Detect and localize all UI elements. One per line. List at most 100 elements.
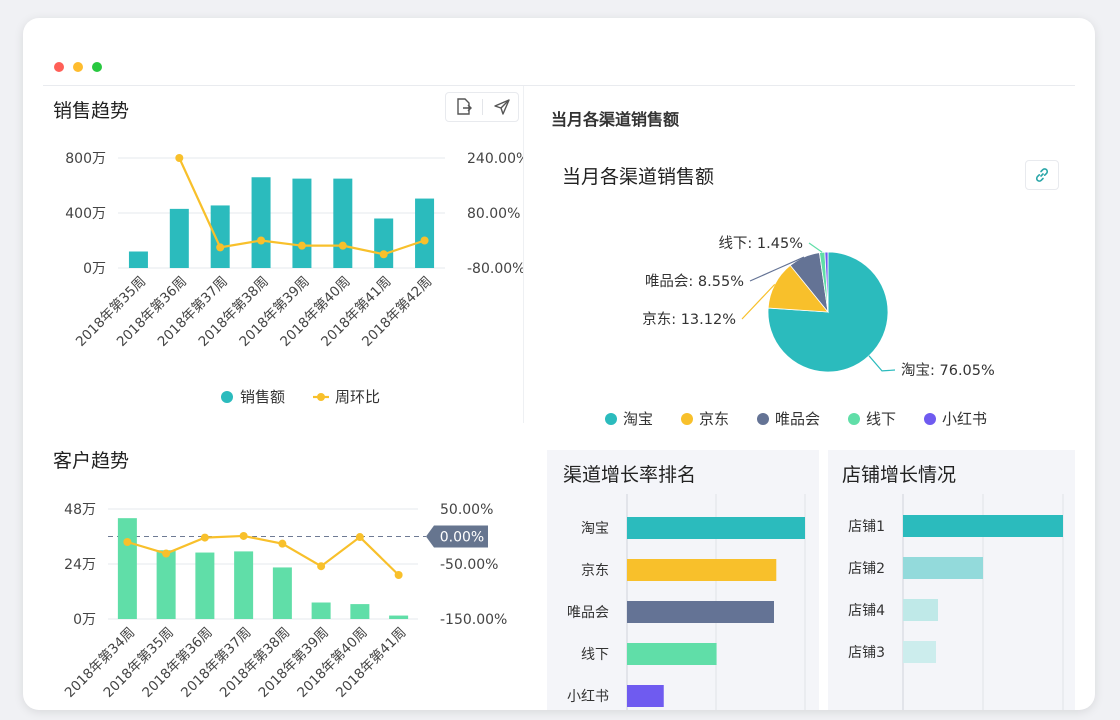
close-dot[interactable] — [54, 62, 64, 72]
y-right-tick: 50.00% — [440, 502, 493, 518]
bar — [389, 615, 409, 619]
bar — [627, 517, 805, 539]
y-right-tick: -80.00% — [467, 261, 523, 277]
customer-trend-chart: 48万24万0万50.00%-50.00%-150.00%0.00%2018年第… — [61, 502, 507, 701]
bar — [627, 643, 717, 665]
send-icon[interactable] — [492, 97, 512, 117]
y-right-tick: 240.00% — [467, 151, 523, 167]
x-tick-label: 2018年第40周 — [277, 273, 354, 350]
channel-growth-panel: 渠道增长率排名 淘宝京东唯品会线下小红书 — [547, 450, 819, 710]
customer-trend-panel: 客户趋势 48万 24万 0万 50.00% -50.00% -150.00% 0.00% 2… — [43, 437, 523, 710]
pie-label: 京东: 13.12% — [642, 311, 736, 328]
line-point — [355, 533, 364, 542]
section-title: 当月各渠道销售额 — [551, 110, 680, 129]
pie-chart-title: 当月各渠道销售额 — [562, 166, 715, 188]
legend-marker-sales — [221, 391, 233, 403]
y-left-tick: 24万 — [64, 557, 96, 573]
store-growth-chart: 店铺1 店铺2 店铺4 店铺3 — [848, 494, 1064, 710]
export-icon[interactable] — [454, 97, 474, 117]
x-tick-label: 2018年第42周 — [358, 273, 435, 350]
legend-marker — [605, 413, 617, 425]
bar — [156, 550, 176, 619]
y-tick-label: 店铺4 — [848, 603, 885, 619]
channel-sales-section: 当月各渠道销售额 当月各渠道销售额 淘宝: 76.05% 京东: 13.12% 唯品… — [531, 86, 1075, 446]
bar — [333, 178, 353, 268]
y-right-tick: 80.00% — [467, 206, 520, 222]
x-tick-label: 2018年第37周 — [154, 273, 231, 350]
store-growth-panel: 店铺增长情况 店铺1 店铺2 店铺4 店铺3 — [828, 450, 1075, 710]
y-left-tick: 0万 — [73, 612, 96, 628]
line-point — [278, 539, 287, 548]
y-tick-label: 京东 — [581, 563, 609, 579]
x-tick-label: 2018年第35周 — [72, 273, 149, 350]
bar — [903, 515, 1063, 537]
y-tick-label: 唯品会 — [567, 605, 609, 621]
line-point — [317, 562, 326, 571]
line-point — [123, 538, 132, 546]
line-point — [297, 241, 306, 250]
bar — [117, 518, 137, 619]
bar — [251, 177, 271, 268]
y-tick-label: 线下 — [581, 647, 609, 663]
bar — [627, 559, 777, 581]
y-tick-label: 店铺1 — [848, 519, 885, 535]
bar — [195, 552, 215, 619]
y-left-tick: 400万 — [65, 206, 106, 222]
panel-toolbar — [445, 92, 519, 122]
x-tick-label: 2018年第38周 — [195, 273, 272, 350]
y-left-tick: 800万 — [65, 151, 106, 167]
panel-title: 渠道增长率排名 — [563, 464, 697, 486]
dashboard-window: 销售趋势 800万 400万 0万 240.00% 80.00% -80.00% 2018年… — [23, 18, 1095, 710]
bar — [627, 601, 774, 623]
sales-trend-panel: 销售趋势 800万 400万 0万 240.00% 80.00% -80.00% 2018年… — [43, 86, 524, 423]
bar — [374, 218, 394, 268]
bar — [234, 551, 254, 619]
pie-leader-line — [868, 355, 896, 372]
sales-trend-chart: 800万400万0万240.00%80.00%-80.00%2018年第35周2… — [65, 151, 523, 406]
line-point — [200, 533, 209, 542]
y-tick-label: 淘宝 — [581, 521, 609, 537]
y-tick-label: 店铺2 — [848, 561, 885, 577]
legend-label: 销售额 — [240, 388, 285, 406]
y-tick-label: 小红书 — [567, 689, 609, 705]
y-left-tick: 48万 — [64, 502, 96, 518]
y-left-tick: 0万 — [83, 261, 106, 277]
line-point — [162, 549, 171, 558]
bar — [169, 208, 189, 268]
channel-growth-chart: 淘宝京东唯品会线下小红书 — [567, 494, 806, 710]
line-point — [379, 250, 388, 259]
legend-marker — [924, 413, 936, 425]
link-icon — [1032, 165, 1052, 189]
pie-label: 淘宝: 76.05% — [901, 362, 995, 379]
link-button[interactable] — [1025, 160, 1059, 190]
y-right-tick: -50.00% — [440, 557, 498, 573]
bar — [903, 641, 936, 663]
pie-label: 线下: 1.45% — [718, 235, 803, 252]
panel-title: 销售趋势 — [53, 100, 130, 122]
bar — [903, 557, 983, 579]
legend-label: 京东 — [699, 410, 729, 428]
legend-label: 周环比 — [335, 388, 380, 406]
bar — [311, 602, 331, 619]
x-tick-label: 2018年第41周 — [317, 273, 394, 350]
panel-title: 店铺增长情况 — [842, 464, 957, 486]
legend-label: 淘宝 — [623, 410, 653, 428]
line-point — [420, 236, 429, 245]
legend-marker-point — [317, 393, 325, 401]
y-tick-label: 店铺3 — [848, 645, 885, 661]
pie-leader-line — [808, 242, 823, 253]
bar — [903, 599, 938, 621]
panel-title: 客户趋势 — [53, 450, 130, 472]
x-tick-label: 2018年第36周 — [113, 273, 190, 350]
legend-marker — [848, 413, 860, 425]
legend-marker — [757, 413, 769, 425]
line-point — [239, 531, 248, 540]
bar — [627, 685, 664, 707]
line-point — [257, 236, 266, 245]
minimize-dot[interactable] — [73, 62, 83, 72]
line-point — [394, 571, 403, 579]
maximize-dot[interactable] — [92, 62, 102, 72]
channel-pie-chart: 淘宝: 76.05% 京东: 13.12% 唯品会: 8.55% 线下: 1.45% 淘… — [605, 235, 995, 428]
x-tick-label: 2018年第39周 — [236, 273, 313, 350]
pie-label: 唯品会: 8.55% — [645, 273, 744, 290]
